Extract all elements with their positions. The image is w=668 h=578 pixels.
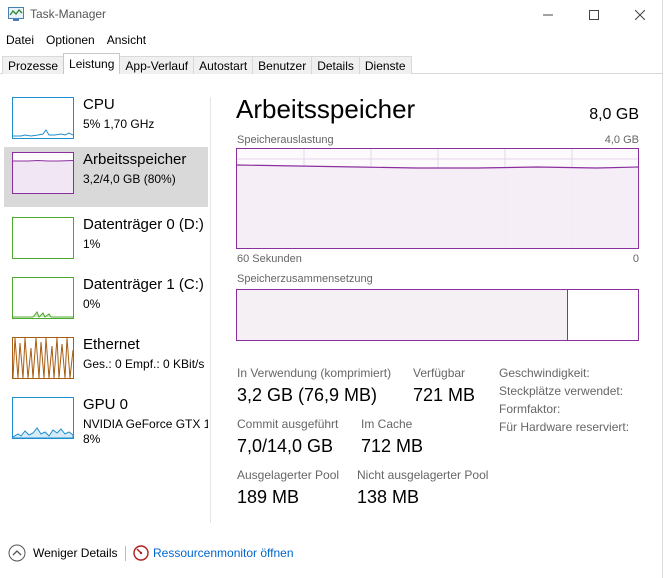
sidebar-item-title: Arbeitsspeicher <box>83 151 187 168</box>
maximize-button[interactable] <box>571 0 617 30</box>
maximize-icon <box>589 10 599 20</box>
sidebar-item-disk-1[interactable]: Datenträger 1 (C:) 0% <box>4 272 208 332</box>
form-factor-label: Formfaktor: <box>499 402 561 416</box>
sidebar-item-title: GPU 0 <box>83 396 129 413</box>
cache-value: 712 MB <box>361 436 424 456</box>
tab-app-verlauf[interactable]: App-Verlauf <box>119 56 195 74</box>
menu-datei[interactable]: Datei <box>0 31 40 49</box>
disk-0-thumbnail-graph <box>12 217 74 259</box>
sidebar-item-gpu[interactable]: GPU 0 NVIDIA GeForce GTX 105 8% <box>4 392 208 452</box>
panel-title: Arbeitsspeicher <box>236 94 416 124</box>
task-manager-window: Task-Manager Datei Optionen Ansicht Proz… <box>0 0 668 578</box>
title-bar: Task-Manager <box>0 0 662 30</box>
memory-composition-bar <box>236 289 639 341</box>
sidebar-item-detail: 3,2/4,0 GB (80%) <box>83 172 176 186</box>
memory-in-use-segment <box>237 290 568 340</box>
sidebar-item-title: CPU <box>83 96 115 113</box>
menu-bar: Datei Optionen Ansicht <box>0 31 152 49</box>
menu-ansicht[interactable]: Ansicht <box>101 31 152 49</box>
network-graph-icon <box>13 338 73 378</box>
window-right-edge <box>662 0 668 578</box>
cpu-graph-icon <box>13 129 73 137</box>
disk-graph-icon <box>13 311 73 318</box>
tab-details[interactable]: Details <box>311 56 360 74</box>
gpu-graph-icon <box>13 427 73 438</box>
sidebar-item-title: Datenträger 0 (D:) <box>83 216 204 233</box>
fewer-details-button[interactable]: Weniger Details <box>33 546 117 560</box>
sidebar-item-detail: NVIDIA GeForce GTX 105 <box>83 417 208 431</box>
memory-thumbnail-graph <box>12 152 74 194</box>
time-zero-label: 0 <box>632 253 639 265</box>
close-icon <box>635 10 645 20</box>
slots-used-label: Steckplätze verwendet: <box>499 384 624 398</box>
paged-pool-value: 189 MB <box>237 487 300 507</box>
in-use-label: In Verwendung (komprimiert) <box>237 366 392 380</box>
minimize-button[interactable] <box>525 0 571 30</box>
composition-label: Speicherzusammensetzung <box>237 273 373 285</box>
nonpaged-pool-label: Nicht ausgelagerter Pool <box>357 468 489 482</box>
minimize-icon <box>543 14 553 16</box>
sidebar-item-memory[interactable]: Arbeitsspeicher 3,2/4,0 GB (80%) <box>4 147 208 207</box>
memory-total: 8,0 GB <box>589 106 639 123</box>
memory-usage-plot <box>236 149 639 248</box>
memory-graph-icon <box>13 159 73 193</box>
open-resource-monitor-link[interactable]: Ressourcenmonitor öffnen <box>153 546 294 560</box>
commit-value: 7,0/14,0 GB <box>237 436 334 456</box>
tab-benutzer[interactable]: Benutzer <box>252 56 313 74</box>
sidebar-item-title: Datenträger 1 (C:) <box>83 276 204 293</box>
sidebar-item-detail-2: 8% <box>83 432 101 446</box>
tab-prozesse[interactable]: Prozesse <box>2 56 65 74</box>
hardware-reserved-label: Für Hardware reserviert: <box>499 420 630 434</box>
sidebar-item-detail: 1% <box>83 237 101 251</box>
sidebar-item-detail: Ges.: 0 Empf.: 0 KBit/s <box>83 357 205 371</box>
chevron-up-icon[interactable] <box>8 544 26 562</box>
speed-label: Geschwindigkeit: <box>499 366 590 380</box>
sidebar-item-title: Ethernet <box>83 336 140 353</box>
performance-sidebar: CPU 5% 1,70 GHz Arbeitsspeicher 3,2/4,0 … <box>0 75 210 525</box>
resource-monitor-icon <box>133 545 149 561</box>
window-title: Task-Manager <box>30 7 107 21</box>
in-use-value: 3,2 GB (76,9 MB) <box>237 385 378 405</box>
cache-label: Im Cache <box>361 417 413 431</box>
available-value: 721 MB <box>413 385 476 405</box>
sidebar-item-detail: 0% <box>83 297 101 311</box>
disk-graph-icon <box>13 218 73 258</box>
paged-pool-label: Ausgelagerter Pool <box>237 468 340 482</box>
time-span-label: 60 Sekunden <box>237 253 302 265</box>
commit-label: Commit ausgeführt <box>237 417 339 431</box>
tab-leistung[interactable]: Leistung <box>63 53 121 74</box>
usage-graph-max: 4,0 GB <box>604 134 639 146</box>
disk-1-thumbnail-graph <box>12 277 74 319</box>
sidebar-item-cpu[interactable]: CPU 5% 1,70 GHz <box>4 92 208 152</box>
task-manager-app-icon <box>8 7 24 21</box>
tab-dienste[interactable]: Dienste <box>358 56 412 74</box>
cpu-thumbnail-graph <box>12 97 74 139</box>
ethernet-thumbnail-graph <box>12 337 74 379</box>
menu-optionen[interactable]: Optionen <box>40 31 101 49</box>
close-button[interactable] <box>617 0 663 30</box>
footer-bar: Weniger Details Ressourcenmonitor öffnen <box>0 538 662 568</box>
footer-divider <box>125 546 126 561</box>
sidebar-divider <box>210 97 211 523</box>
usage-graph-label: Speicherauslastung <box>237 134 334 146</box>
available-label: Verfügbar <box>413 366 466 380</box>
tab-autostart[interactable]: Autostart <box>193 56 254 74</box>
gpu-thumbnail-graph <box>12 397 74 439</box>
sidebar-item-detail: 5% 1,70 GHz <box>83 117 155 131</box>
memory-usage-graph <box>236 148 639 249</box>
sidebar-item-ethernet[interactable]: Ethernet Ges.: 0 Empf.: 0 KBit/s <box>4 332 208 392</box>
tab-bar: Prozesse Leistung App-Verlauf Autostart … <box>0 53 662 74</box>
sidebar-item-disk-0[interactable]: Datenträger 0 (D:) 1% <box>4 212 208 272</box>
nonpaged-pool-value: 138 MB <box>357 487 420 507</box>
